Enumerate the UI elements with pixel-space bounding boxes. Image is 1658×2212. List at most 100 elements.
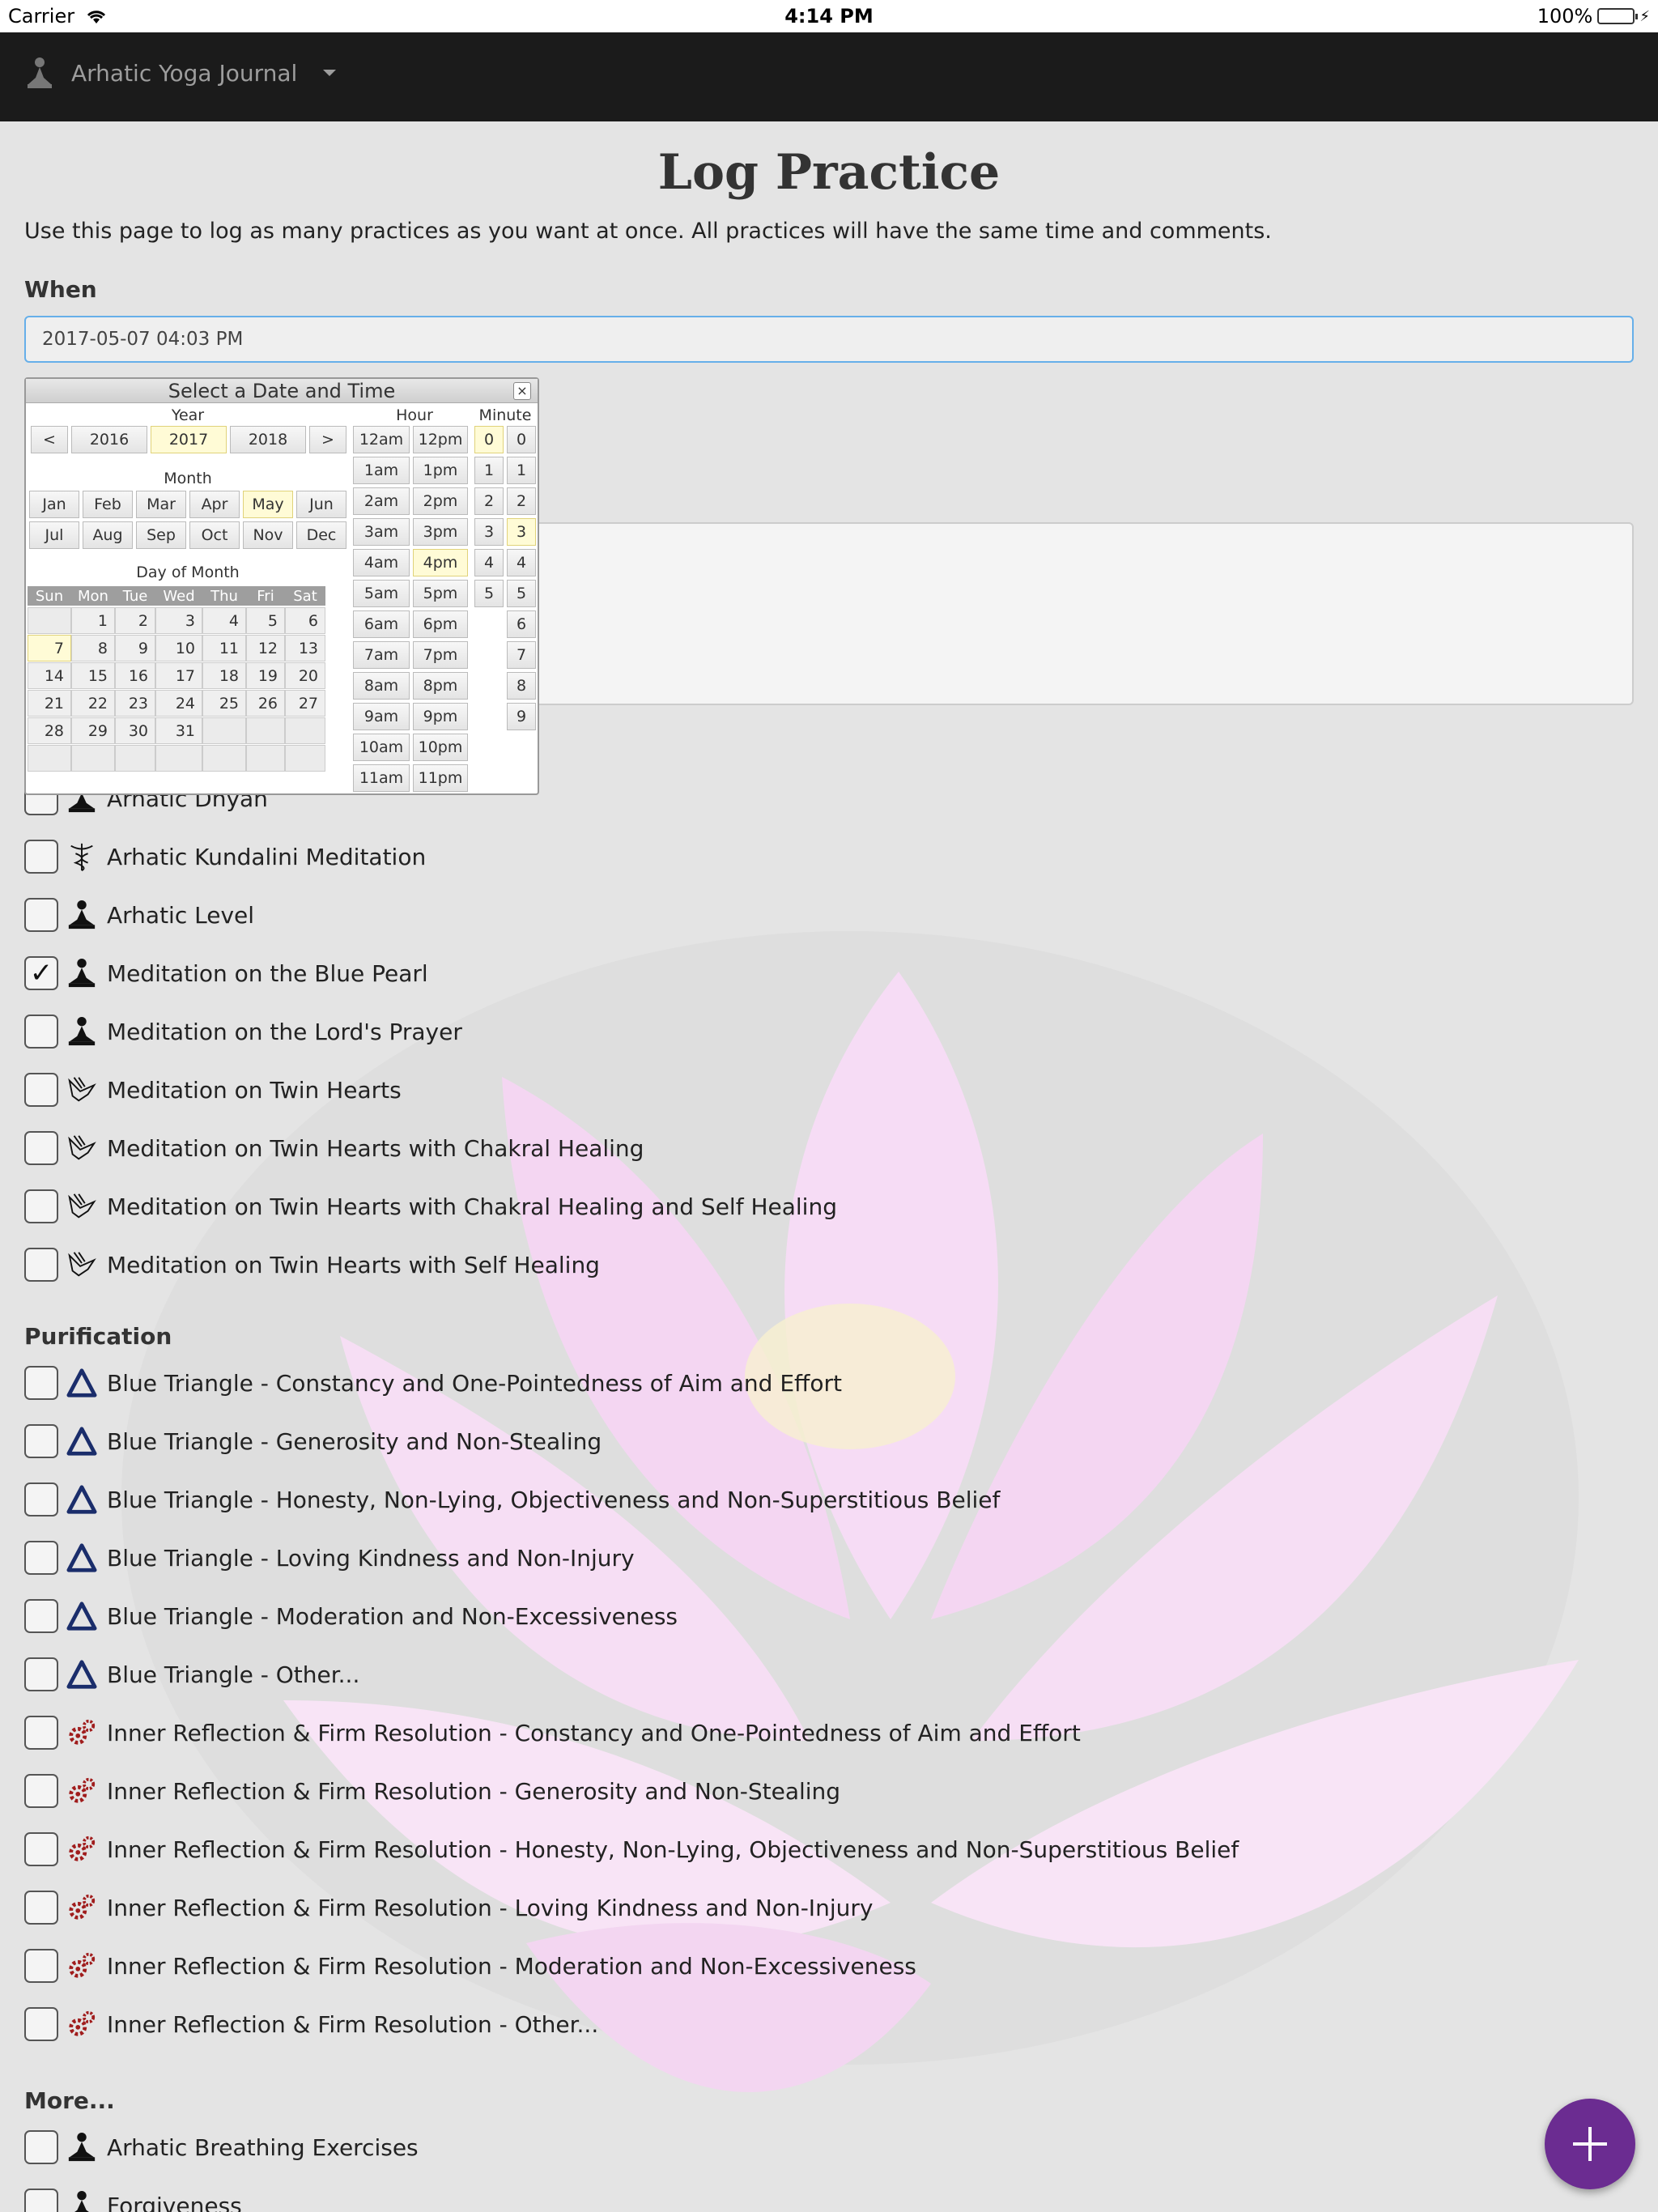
practice-checkbox[interactable] [24, 1949, 58, 1983]
practice-checkbox[interactable] [24, 2130, 58, 2164]
hour-option[interactable]: 3am [353, 518, 410, 546]
practice-checkbox[interactable] [24, 1073, 58, 1107]
list-item[interactable]: Inner Reflection & Firm Resolution - Lov… [24, 1878, 1634, 1937]
minute-tens-option[interactable]: 5 [474, 580, 504, 607]
month-option[interactable]: Jul [29, 521, 79, 549]
practice-checkbox[interactable] [24, 1248, 58, 1282]
year-prev-button[interactable]: < [31, 426, 68, 453]
month-option[interactable]: May [243, 491, 293, 518]
hour-option[interactable]: 1pm [413, 457, 468, 484]
practice-checkbox[interactable] [24, 1131, 58, 1165]
day-cell[interactable]: 24 [155, 690, 202, 717]
list-item[interactable]: Blue Triangle - Loving Kindness and Non-… [24, 1529, 1634, 1587]
minute-ones-option[interactable]: 3 [507, 518, 536, 546]
list-item[interactable]: Meditation on Twin Hearts with Chakral H… [24, 1119, 1634, 1177]
month-option[interactable]: Dec [296, 521, 346, 549]
minute-ones-option[interactable]: 6 [507, 610, 536, 638]
hour-option[interactable]: 12pm [413, 426, 468, 453]
hour-option[interactable]: 4pm [413, 549, 468, 576]
app-menu-dropdown[interactable]: Arhatic Yoga Journal [26, 57, 337, 89]
list-item[interactable]: Meditation on Twin Hearts with Self Heal… [24, 1236, 1634, 1294]
practice-checkbox[interactable] [24, 1541, 58, 1575]
hour-option[interactable]: 7pm [413, 641, 468, 669]
hour-option[interactable]: 2am [353, 487, 410, 515]
list-item[interactable]: Arhatic Kundalini Meditation [24, 827, 1634, 886]
month-option[interactable]: Apr [189, 491, 240, 518]
month-option[interactable]: Jan [29, 491, 79, 518]
hour-option[interactable]: 9pm [413, 703, 468, 730]
month-option[interactable]: Oct [189, 521, 240, 549]
hour-option[interactable]: 11pm [413, 764, 468, 792]
day-cell[interactable]: 15 [71, 662, 115, 689]
when-datetime-input[interactable] [24, 316, 1634, 363]
minute-ones-option[interactable]: 0 [507, 426, 536, 453]
minute-tens-option[interactable]: 1 [474, 457, 504, 484]
minute-ones-option[interactable]: 5 [507, 580, 536, 607]
practice-checkbox[interactable] [24, 1774, 58, 1808]
list-item[interactable]: Inner Reflection & Firm Resolution - Gen… [24, 1762, 1634, 1820]
month-option[interactable]: Aug [83, 521, 133, 549]
practice-checkbox[interactable] [24, 1599, 58, 1633]
practice-checkbox[interactable]: ✓ [24, 956, 58, 990]
minute-tens-option[interactable]: 0 [474, 426, 504, 453]
hour-option[interactable]: 2pm [413, 487, 468, 515]
list-item[interactable]: Blue Triangle - Generosity and Non-Steal… [24, 1412, 1634, 1470]
month-option[interactable]: Jun [296, 491, 346, 518]
day-cell[interactable]: 31 [155, 717, 202, 744]
hour-option[interactable]: 7am [353, 641, 410, 669]
minute-ones-option[interactable]: 9 [507, 703, 536, 730]
day-cell[interactable]: 27 [285, 690, 325, 717]
minute-ones-option[interactable]: 1 [507, 457, 536, 484]
hour-option[interactable]: 10am [353, 734, 410, 761]
practice-checkbox[interactable] [24, 1424, 58, 1458]
practice-checkbox[interactable] [24, 1657, 58, 1691]
list-item[interactable]: Meditation on Twin Hearts [24, 1061, 1634, 1119]
list-item[interactable]: Blue Triangle - Other... [24, 1645, 1634, 1704]
hour-option[interactable]: 5pm [413, 580, 468, 607]
list-item[interactable]: Inner Reflection & Firm Resolution - Oth… [24, 1995, 1634, 2053]
day-cell[interactable]: 21 [28, 690, 71, 717]
day-cell[interactable]: 13 [285, 635, 325, 661]
day-cell[interactable]: 12 [246, 635, 285, 661]
hour-option[interactable]: 4am [353, 549, 410, 576]
month-option[interactable]: Sep [136, 521, 186, 549]
practice-checkbox[interactable] [24, 840, 58, 874]
list-item[interactable]: Inner Reflection & Firm Resolution - Mod… [24, 1937, 1634, 1995]
day-cell[interactable]: 10 [155, 635, 202, 661]
list-item[interactable]: ✓ Meditation on the Blue Pearl [24, 944, 1634, 1002]
list-item[interactable]: Meditation on Twin Hearts with Chakral H… [24, 1177, 1634, 1236]
day-cell[interactable]: 17 [155, 662, 202, 689]
minute-tens-option[interactable]: 4 [474, 549, 504, 576]
day-cell[interactable]: 14 [28, 662, 71, 689]
practice-checkbox[interactable] [24, 1189, 58, 1223]
day-cell[interactable]: 23 [115, 690, 155, 717]
practice-checkbox[interactable] [24, 1716, 58, 1750]
day-cell[interactable]: 19 [246, 662, 285, 689]
minute-tens-option[interactable]: 3 [474, 518, 504, 546]
day-cell[interactable]: 18 [202, 662, 246, 689]
day-cell[interactable]: 30 [115, 717, 155, 744]
minute-tens-option[interactable]: 2 [474, 487, 504, 515]
hour-option[interactable]: 11am [353, 764, 410, 792]
list-item[interactable]: Forgiveness [24, 2176, 1634, 2212]
practice-checkbox[interactable] [24, 1891, 58, 1925]
year-option[interactable]: 2016 [71, 426, 147, 453]
hour-option[interactable]: 6pm [413, 610, 468, 638]
day-cell[interactable]: 3 [155, 607, 202, 634]
month-option[interactable]: Mar [136, 491, 186, 518]
hour-option[interactable]: 10pm [413, 734, 468, 761]
list-item[interactable]: Arhatic Level [24, 886, 1634, 944]
minute-ones-option[interactable]: 7 [507, 641, 536, 669]
hour-option[interactable]: 3pm [413, 518, 468, 546]
day-cell[interactable]: 26 [246, 690, 285, 717]
day-cell[interactable]: 2 [115, 607, 155, 634]
day-cell[interactable]: 4 [202, 607, 246, 634]
minute-ones-option[interactable]: 2 [507, 487, 536, 515]
list-item[interactable]: Arhatic Breathing Exercises [24, 2118, 1634, 2176]
year-next-button[interactable]: > [309, 426, 346, 453]
day-cell[interactable]: 6 [285, 607, 325, 634]
hour-option[interactable]: 8am [353, 672, 410, 700]
hour-option[interactable]: 1am [353, 457, 410, 484]
hour-option[interactable]: 9am [353, 703, 410, 730]
practice-checkbox[interactable] [24, 1366, 58, 1400]
